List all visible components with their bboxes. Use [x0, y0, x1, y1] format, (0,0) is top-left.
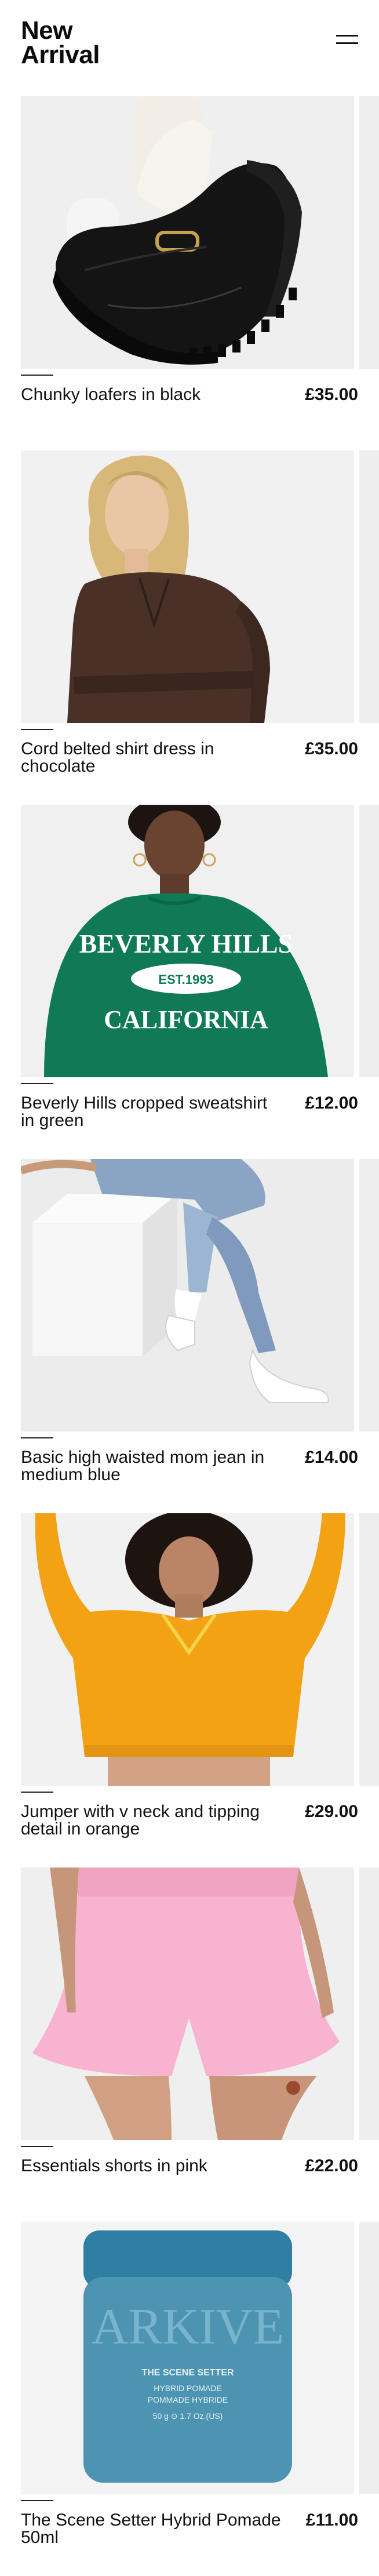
card-divider [21, 2146, 53, 2147]
product-card[interactable]: Cord belted shirt dress in chocolate £35… [0, 450, 379, 805]
product-card[interactable]: Basic high waisted mom jean in medium bl… [0, 1159, 379, 1513]
next-image-peek [359, 805, 379, 1077]
product-name[interactable]: The Scene Setter Hybrid Pomade 50ml [21, 2512, 282, 2546]
next-image-peek [359, 450, 379, 723]
card-divider [21, 1792, 53, 1793]
product-price: £35.00 [305, 385, 358, 404]
black-loafers-photo[interactable] [21, 96, 354, 369]
pink-shorts-photo[interactable] [21, 1867, 354, 2140]
next-image-peek [359, 2222, 379, 2494]
product-card[interactable]: Essentials shorts in pink £22.00 [0, 1867, 379, 2222]
card-divider [21, 1437, 53, 1438]
product-price: £35.00 [305, 739, 358, 758]
card-divider [21, 375, 53, 376]
pomade-line4: 50 g ⊙ 1.7 Oz.(US) [153, 2411, 223, 2421]
product-price: £14.00 [305, 1448, 358, 1467]
next-image-peek [359, 1867, 379, 2140]
orange-jumper-photo[interactable] [21, 1513, 354, 1786]
green-sweatshirt-photo[interactable]: BEVERLY HILLS EST.1993 CALIFORNIA [21, 805, 354, 1077]
product-name[interactable]: Beverly Hills cropped sweatshirt in gree… [21, 1095, 282, 1129]
mom-jeans-photo[interactable] [21, 1159, 354, 1431]
product-name[interactable]: Chunky loafers in black [21, 386, 282, 404]
product-card[interactable]: Chunky loafers in black £35.00 [0, 96, 379, 450]
product-name[interactable]: Cord belted shirt dress in chocolate [21, 740, 282, 775]
page-title: New Arrival [21, 16, 100, 69]
next-image-peek [359, 96, 379, 369]
page-title-line2: Arrival [21, 41, 100, 69]
product-price: £29.00 [305, 1802, 358, 1821]
product-name[interactable]: Essentials shorts in pink [21, 2157, 282, 2175]
pomade-line1: THE SCENE SETTER [141, 2368, 234, 2378]
product-price: £11.00 [305, 2510, 358, 2530]
chocolate-shirt-dress-photo[interactable] [21, 450, 354, 723]
sweatshirt-print-line3: CALIFORNIA [104, 1005, 268, 1034]
menu-bar-bottom [336, 42, 358, 44]
product-name[interactable]: Basic high waisted mom jean in medium bl… [21, 1449, 282, 1484]
pomade-line3: POMMADE HYBRIDE [148, 2395, 228, 2404]
card-divider [21, 2500, 53, 2501]
card-divider [21, 1083, 53, 1084]
product-name[interactable]: Jumper with v neck and tipping detail in… [21, 1803, 282, 1838]
card-divider [21, 729, 53, 730]
next-image-peek [359, 1513, 379, 1786]
header: New Arrival [0, 0, 379, 93]
page-title-line1: New [21, 16, 72, 45]
product-card[interactable]: Jumper with v neck and tipping detail in… [0, 1513, 379, 1867]
menu-bar-top [336, 35, 358, 37]
pomade-line2: HYBRID POMADE [154, 2384, 221, 2393]
product-price: £22.00 [305, 2156, 358, 2175]
pomade-jar-photo[interactable]: ARKIVE THE SCENE SETTER HYBRID POMADE PO… [21, 2222, 354, 2494]
sweatshirt-print-line2: EST.1993 [158, 972, 213, 987]
product-card[interactable]: BEVERLY HILLS EST.1993 CALIFORNIA Beverl… [0, 805, 379, 1159]
next-image-peek [359, 1159, 379, 1431]
pomade-brand-text: ARKIVE [92, 2299, 284, 2355]
product-price: £12.00 [305, 1093, 358, 1113]
sweatshirt-print-line1: BEVERLY HILLS [79, 929, 293, 958]
hamburger-menu-icon[interactable] [336, 32, 358, 48]
product-card[interactable]: ARKIVE THE SCENE SETTER HYBRID POMADE PO… [0, 2222, 379, 2576]
product-list: Chunky loafers in black £35.00 Cord belt… [0, 96, 379, 2576]
